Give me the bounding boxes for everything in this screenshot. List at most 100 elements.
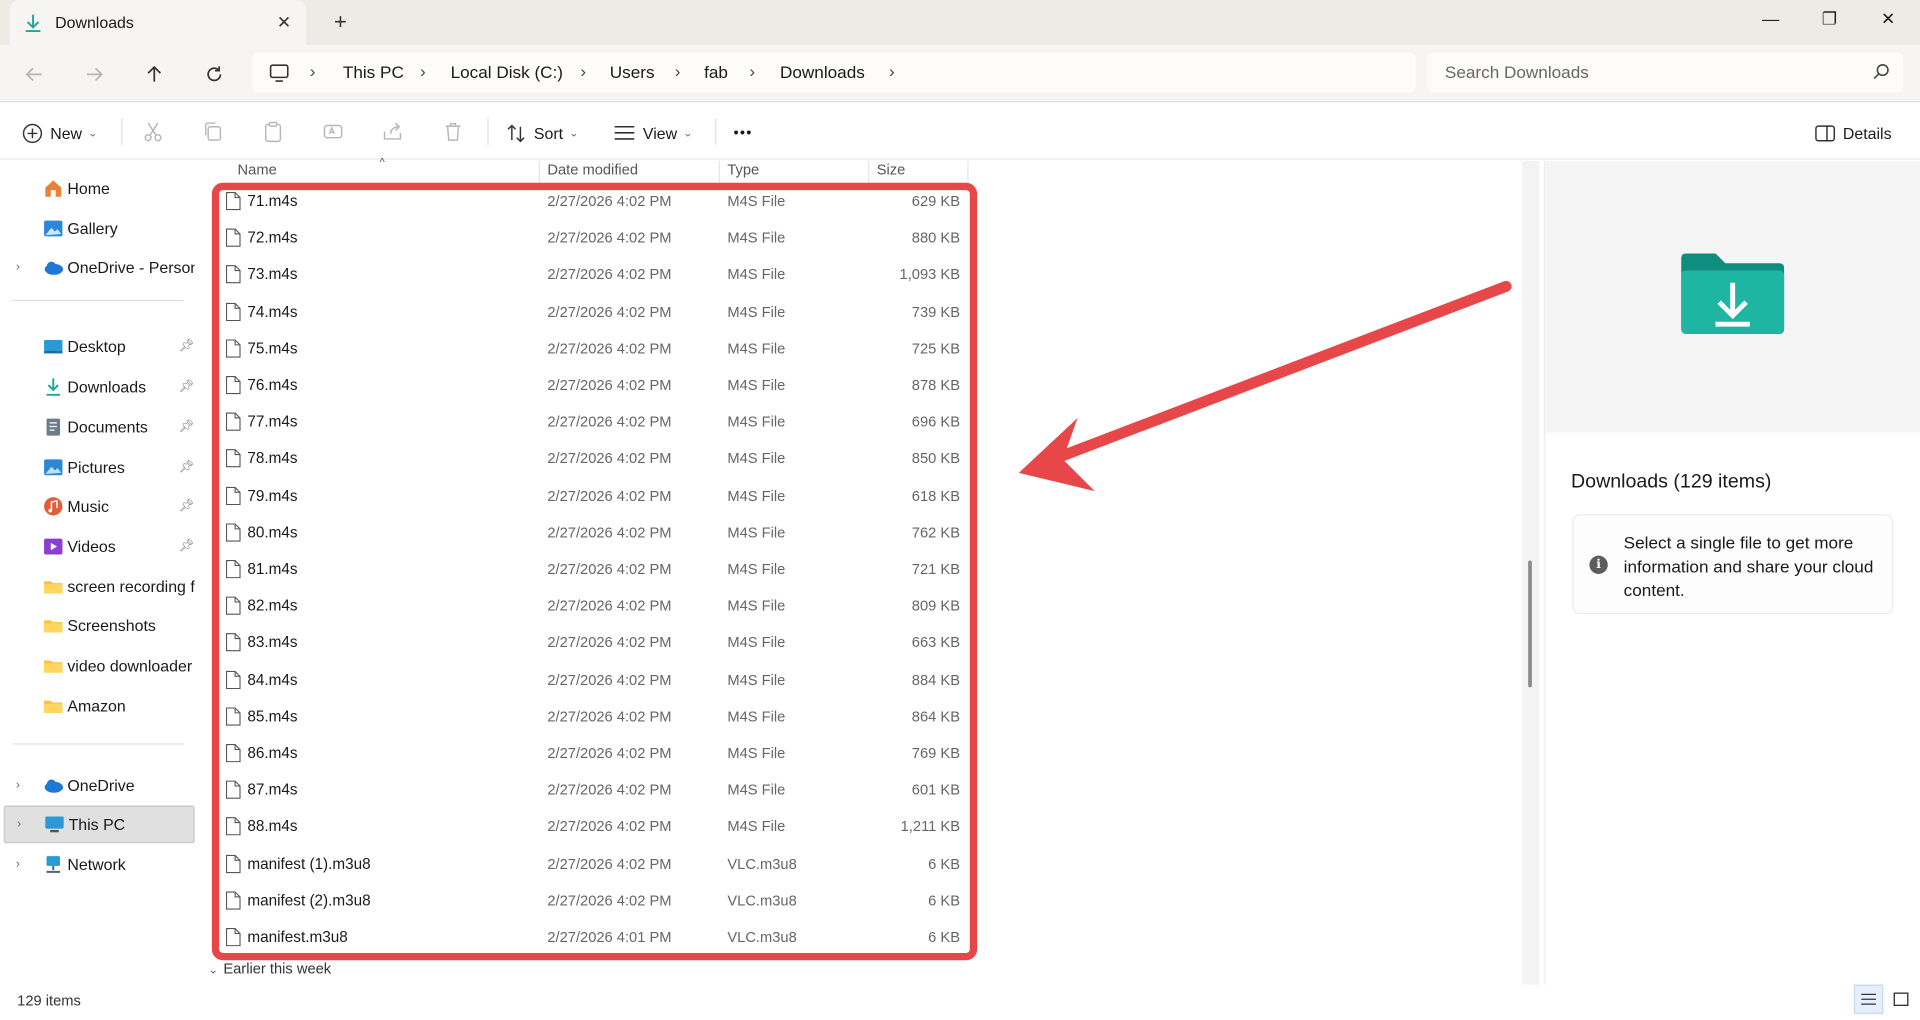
divider [121, 118, 123, 146]
chevron-down-icon: ⌄ [569, 126, 579, 139]
chevron-down-icon: ⌄ [683, 126, 693, 139]
sidebar-item-screen-recording-folder[interactable]: screen recording fo [4, 568, 195, 606]
downloads-folder-icon [1681, 253, 1785, 334]
sidebar-divider [12, 299, 184, 301]
scrollbar-thumb[interactable] [1528, 560, 1532, 688]
breadcrumb-local-disk[interactable]: Local Disk (C:) [451, 62, 563, 81]
tiles-view-toggle[interactable] [1886, 985, 1915, 1014]
close-tab-icon[interactable]: ✕ [272, 10, 296, 34]
new-tab-button[interactable]: + [326, 9, 355, 38]
view-list-icon [614, 125, 635, 140]
tab-downloads[interactable]: Downloads ✕ [9, 0, 307, 46]
column-divider[interactable] [718, 160, 721, 186]
sort-button[interactable]: Sort ⌄ [506, 118, 579, 147]
title-bar: Downloads ✕ + — ❐ ✕ [0, 0, 1920, 46]
trash-icon [445, 122, 461, 141]
breadcrumb-this-pc[interactable]: This PC [343, 62, 404, 81]
pin-icon[interactable]: 📌︎ [179, 500, 195, 513]
tab-title: Downloads [55, 13, 134, 32]
sidebar-item-video-downloader[interactable]: video downloader p [4, 647, 195, 685]
group-header-earlier-this-week[interactable]: ⌄ Earlier this week [208, 960, 331, 977]
rename-button[interactable] [320, 118, 347, 145]
view-button[interactable]: View ⌄ [613, 118, 692, 147]
delete-button[interactable] [440, 118, 467, 145]
sidebar-item-desktop[interactable]: Desktop 📌︎ [4, 328, 195, 366]
close-window-button[interactable]: ✕ [1859, 0, 1918, 39]
chevron-right-icon[interactable]: › [17, 818, 21, 831]
new-button[interactable]: New ⌄ [22, 118, 97, 147]
column-divider[interactable] [538, 160, 541, 186]
up-button[interactable] [138, 58, 170, 90]
sidebar-item-label: Home [67, 179, 110, 198]
file-explorer-window: Downloads ✕ + — ❐ ✕ › This PC › Local Di… [0, 0, 1920, 1020]
sidebar-item-home[interactable]: Home [4, 169, 195, 207]
file-list-scrollbar[interactable] [1522, 160, 1540, 985]
address-bar[interactable]: › This PC › Local Disk (C:) › Users › fa… [252, 52, 1416, 93]
refresh-icon [207, 66, 222, 82]
pin-icon[interactable]: 📌︎ [179, 461, 195, 474]
cut-button[interactable] [140, 118, 167, 145]
column-header-date[interactable]: Date modified [547, 161, 638, 185]
sort-ascending-icon: ^ [379, 155, 385, 169]
column-divider[interactable] [967, 160, 969, 186]
details-pane-button[interactable]: Details [1815, 118, 1892, 147]
minimize-button[interactable]: — [1741, 0, 1800, 39]
divider [715, 118, 717, 146]
breadcrumb-fab[interactable]: fab [704, 62, 728, 81]
sidebar-item-onedrive[interactable]: › OneDrive [4, 766, 195, 804]
back-button[interactable] [18, 58, 50, 90]
sidebar-item-amazon[interactable]: Amazon [4, 687, 195, 725]
breadcrumb-users[interactable]: Users [610, 62, 655, 81]
column-header-name[interactable]: Name [238, 161, 277, 185]
details-view-toggle[interactable] [1853, 984, 1884, 1014]
sidebar-item-music[interactable]: Music 📌︎ [4, 487, 195, 525]
chevron-right-icon: › [749, 60, 756, 81]
rename-icon [323, 124, 343, 139]
sidebar-item-documents[interactable]: Documents 📌︎ [4, 408, 195, 446]
download-icon [25, 14, 41, 33]
chevron-right-icon[interactable]: › [16, 779, 20, 792]
share-button[interactable] [380, 118, 407, 145]
sidebar-item-label: Screenshots [67, 616, 156, 635]
sidebar-item-videos[interactable]: Videos 📌︎ [4, 528, 195, 566]
info-text: Select a single file to get more informa… [1623, 532, 1874, 600]
desktop-icon [44, 339, 63, 354]
maximize-button[interactable]: ❐ [1800, 0, 1859, 39]
pin-icon[interactable]: 📌︎ [179, 540, 195, 553]
breadcrumb-downloads[interactable]: Downloads [780, 62, 865, 81]
sidebar-item-label: Network [67, 855, 126, 874]
pin-icon[interactable]: 📌︎ [179, 420, 195, 433]
forward-button[interactable] [78, 58, 110, 90]
search-input[interactable]: Search Downloads [1427, 52, 1903, 93]
column-divider[interactable] [868, 160, 870, 186]
chevron-right-icon[interactable]: › [16, 261, 20, 274]
onedrive-icon [44, 261, 64, 275]
paste-button[interactable] [260, 118, 287, 145]
sidebar-item-gallery[interactable]: Gallery [4, 210, 195, 248]
navigation-pane: Home Gallery › OneDrive - Persona Deskto… [0, 160, 199, 990]
pin-icon[interactable]: 📌︎ [179, 340, 195, 353]
folder-icon [44, 620, 63, 633]
column-header-type[interactable]: Type [727, 161, 759, 185]
column-header-size[interactable]: Size [877, 161, 906, 185]
pin-icon[interactable]: 📌︎ [179, 380, 195, 393]
chevron-right-icon: › [674, 60, 681, 81]
chevron-right-icon[interactable]: › [889, 61, 895, 80]
details-title: Downloads (129 items) [1571, 471, 1772, 493]
copy-button[interactable] [200, 118, 227, 145]
arrow-right-icon [86, 67, 103, 82]
more-options-button[interactable]: ••• [733, 118, 752, 147]
refresh-button[interactable] [198, 58, 230, 90]
sidebar-item-label: video downloader p [67, 656, 195, 676]
item-count: 129 items [17, 991, 81, 1010]
sidebar-item-screenshots[interactable]: Screenshots [4, 607, 195, 645]
sidebar-item-onedrive-personal[interactable]: › OneDrive - Persona [4, 249, 195, 287]
chevron-right-icon[interactable]: › [16, 858, 20, 871]
navigation-bar: › This PC › Local Disk (C:) › Users › fa… [0, 45, 1920, 103]
arrow-up-icon [147, 65, 162, 82]
sidebar-item-network[interactable]: › Network [4, 846, 195, 884]
sidebar-item-this-pc[interactable]: › This PC [3, 805, 195, 844]
share-icon [383, 122, 402, 140]
sidebar-item-pictures[interactable]: Pictures 📌︎ [4, 448, 195, 486]
sidebar-item-downloads[interactable]: Downloads 📌︎ [4, 368, 195, 406]
